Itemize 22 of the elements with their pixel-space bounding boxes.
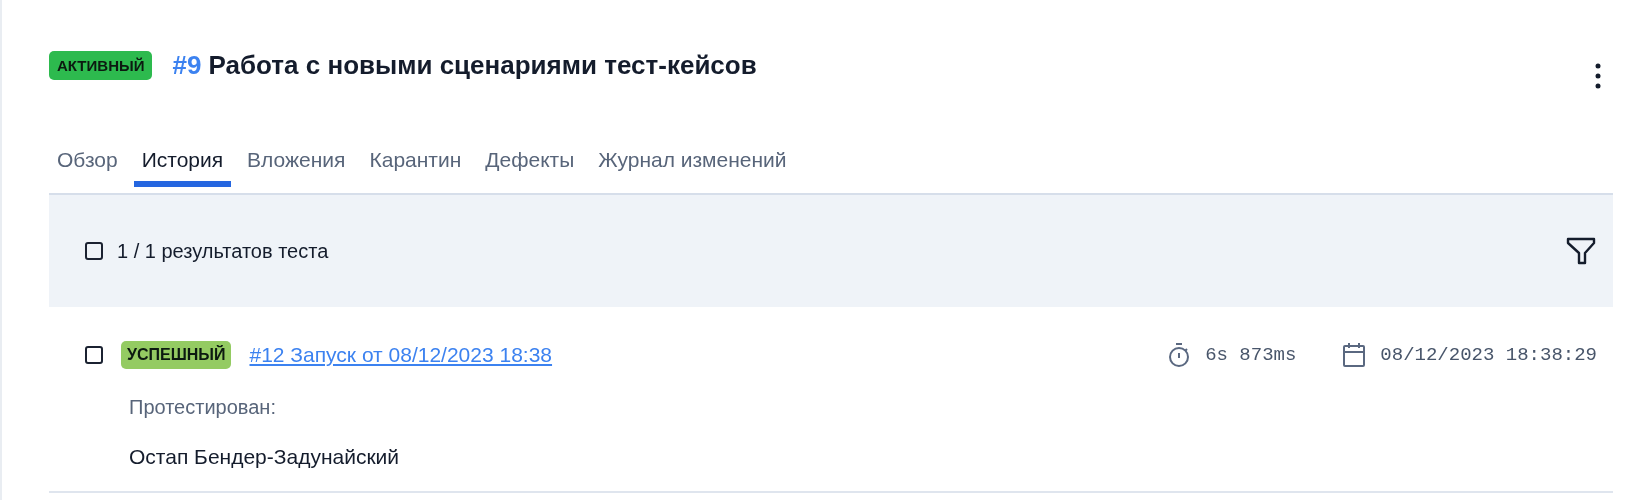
- more-icon[interactable]: [1595, 62, 1601, 90]
- tester-name: Остап Бендер-Задунайский: [129, 444, 401, 470]
- run-date: 08/12/2023 18:38:29: [1380, 344, 1597, 366]
- duration: 6s 873ms: [1205, 344, 1297, 366]
- filter-icon[interactable]: [1565, 236, 1597, 266]
- calendar-icon: [1342, 342, 1367, 368]
- tab[interactable]: Карантин: [361, 127, 470, 187]
- checkbox[interactable]: [85, 242, 103, 260]
- tested-by-label: Протестирован:: [129, 395, 277, 420]
- run-link[interactable]: #12 Запуск от 08/12/2023 18:38: [249, 343, 1150, 367]
- checkbox[interactable]: [85, 346, 103, 364]
- tab[interactable]: Дефекты: [477, 127, 583, 187]
- status-badge: АКТИВНЫЙ: [49, 50, 153, 80]
- tab[interactable]: История: [133, 127, 232, 187]
- tab[interactable]: Вложения: [239, 127, 354, 187]
- status-badge: УСПЕШНЫЙ: [121, 341, 232, 369]
- results-count: 1 / 1 результатов теста: [117, 239, 330, 263]
- tab[interactable]: Обзор: [49, 127, 126, 187]
- case-number: #9: [172, 49, 202, 80]
- stopwatch-icon: [1167, 342, 1192, 368]
- case-title: Работа с новыми сценариями тест-кейсов: [208, 49, 757, 80]
- tab[interactable]: Журнал изменений: [590, 127, 795, 187]
